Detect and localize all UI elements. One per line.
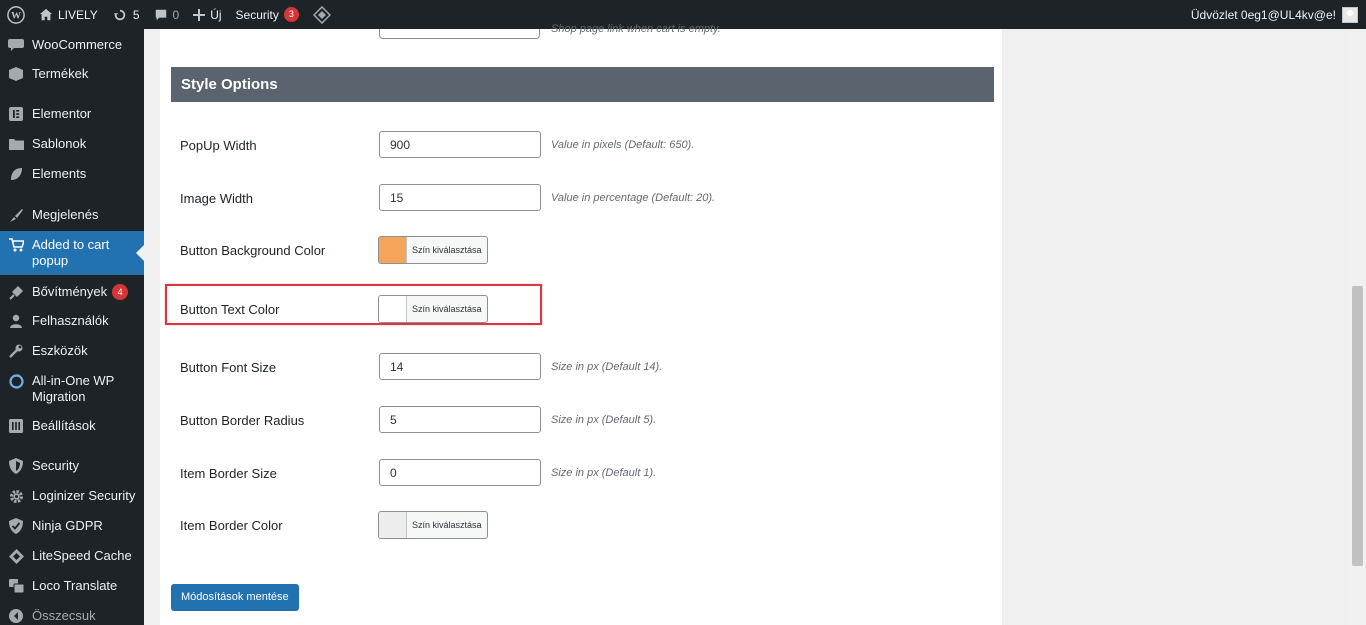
wordpress-logo-icon[interactable]: W (0, 0, 32, 29)
field-label: Item Border Size (180, 466, 277, 481)
updates-icon (113, 9, 126, 20)
shield-check-icon (8, 518, 24, 534)
sidebar-item-ninja-gdpr[interactable]: Ninja GDPR (0, 512, 144, 540)
field-help: Size in px (Default 14). (551, 361, 663, 373)
field-label: Button Border Radius (180, 413, 305, 428)
comments-count: 0 (172, 7, 180, 22)
folder-icon (8, 136, 24, 152)
shield-icon (8, 458, 24, 474)
sidebar-item-woocommerce[interactable]: WooCommerce (0, 31, 144, 59)
greeting: Üdvözlet 0eg1@UL4kv@e! (1190, 7, 1336, 22)
translate-icon (8, 578, 24, 594)
color-swatch (379, 512, 407, 538)
comments-link[interactable]: 0 (147, 0, 187, 29)
sidebar-item-megjelenes[interactable]: Megjelenés (0, 201, 144, 229)
item-border-color-picker[interactable]: Szín kiválasztása (378, 511, 488, 539)
color-select-label: Szín kiválasztása (412, 520, 482, 530)
empty-cart-help: Shop page link when cart is empty. (551, 23, 721, 35)
security-badge: 3 (283, 7, 299, 22)
elementor-icon (8, 106, 24, 122)
field-label: Item Border Color (180, 518, 283, 533)
sidebar-item-elements[interactable]: Elements (0, 160, 144, 188)
security-label: Security (235, 7, 279, 22)
sidebar-item-loginizer-security[interactable]: Loginizer Security (0, 482, 144, 510)
security-link[interactable]: Security 3 (229, 0, 306, 29)
field-help: Size in px (Default 1). (551, 467, 657, 479)
field-help: Size in px (Default 5). (551, 414, 657, 426)
field-image-width: Image Width Value in percentage (Default… (180, 184, 980, 214)
settings-icon (8, 418, 24, 434)
field-label: Image Width (180, 191, 253, 206)
updates-link[interactable]: 5 (105, 0, 147, 29)
sidebar-item-all-in-one-wp-migration[interactable]: All-in-One WP Migration (0, 367, 144, 411)
cart-icon (8, 237, 24, 253)
sidebar-item-elementor[interactable]: Elementor (0, 100, 144, 128)
item-border-size-input[interactable] (379, 459, 541, 486)
sidebar-item-sablonok[interactable]: Sablonok (0, 130, 144, 158)
field-help: Value in pixels (Default: 650). (551, 139, 695, 151)
box-icon (8, 66, 24, 82)
sidebar-collapse-menu[interactable]: Összecsuk (0, 602, 144, 625)
litespeed-link[interactable] (306, 0, 338, 29)
new-label: Új (210, 7, 222, 22)
field-item-border-size: Item Border Size Size in px (Default 1). (180, 459, 980, 489)
field-popup-width: PopUp Width Value in pixels (Default: 65… (180, 131, 980, 161)
user-icon (8, 313, 24, 329)
site-name-link[interactable]: LIVELY (32, 0, 105, 29)
new-content-link[interactable]: Új (186, 0, 228, 29)
my-account[interactable]: Üdvözlet 0eg1@UL4kv@e! (1191, 0, 1366, 29)
field-button-bg-color: Button Background Color Szín kiválasztás… (180, 236, 980, 266)
home-icon (39, 8, 53, 20)
color-select-label: Szín kiválasztása (412, 245, 482, 255)
field-label: Button Background Color (180, 243, 326, 258)
plus-icon (193, 8, 206, 21)
button-bg-color-picker[interactable]: Szín kiválasztása (378, 236, 488, 264)
field-help: Value in percentage (Default: 20). (551, 192, 716, 204)
color-swatch (379, 237, 407, 263)
sidebar-item-termekek[interactable]: Termékek (0, 60, 144, 88)
admin-sidebar: WooCommerce Termékek Elementor Sablonok … (0, 29, 144, 625)
diamond-icon (312, 5, 331, 24)
field-button-font-size: Button Font Size Size in px (Default 14)… (180, 353, 980, 383)
field-item-border-color: Item Border Color Szín kiválasztása (180, 511, 980, 541)
field-button-border-radius: Button Border Radius Size in px (Default… (180, 406, 980, 436)
image-width-input[interactable] (379, 184, 541, 211)
popup-width-input[interactable] (379, 131, 541, 158)
brush-icon (8, 207, 24, 223)
section-title: Style Options (171, 67, 994, 102)
avatar (1342, 6, 1358, 23)
scrollbar-thumb[interactable] (1352, 286, 1363, 566)
sidebar-item-added-to-cart-popup[interactable]: Added to cart popup (0, 231, 144, 275)
field-label: Button Font Size (180, 360, 277, 375)
sidebar-item-felhasznalok[interactable]: Felhasználók (0, 307, 144, 335)
woo-icon (8, 37, 24, 53)
plugin-icon (8, 284, 24, 300)
comment-icon (155, 9, 166, 20)
diamond-icon (8, 548, 24, 564)
save-changes-button[interactable]: Módosítások mentése (171, 584, 299, 611)
site-name: LIVELY (58, 7, 98, 22)
settings-panel: Shop page link when cart is empty. Style… (160, 23, 1002, 625)
button-font-size-input[interactable] (379, 353, 541, 380)
updates-count: 5 (132, 7, 140, 22)
sidebar-item-loco-translate[interactable]: Loco Translate (0, 572, 144, 600)
annotation-highlight-box (165, 284, 542, 325)
wrench-icon (8, 343, 24, 359)
plugins-update-badge: 4 (112, 284, 129, 300)
leaf-icon (8, 166, 24, 182)
field-label: PopUp Width (180, 138, 257, 153)
sidebar-item-eszkozok[interactable]: Eszközök (0, 337, 144, 365)
sidebar-item-litespeed-cache[interactable]: LiteSpeed Cache (0, 542, 144, 570)
sidebar-item-beallitasok[interactable]: Beállítások (0, 412, 144, 440)
page-scrollbar[interactable] (1349, 29, 1366, 625)
sidebar-item-security[interactable]: Security (0, 452, 144, 480)
svg-text:W: W (11, 10, 21, 21)
button-border-radius-input[interactable] (379, 406, 541, 433)
gear-icon (8, 488, 24, 504)
collapse-icon (8, 608, 24, 624)
migration-icon (8, 373, 24, 389)
sidebar-item-bovitmenyek[interactable]: Bővítmények 4 (0, 278, 144, 306)
empty-cart-link-input[interactable] (379, 29, 540, 39)
